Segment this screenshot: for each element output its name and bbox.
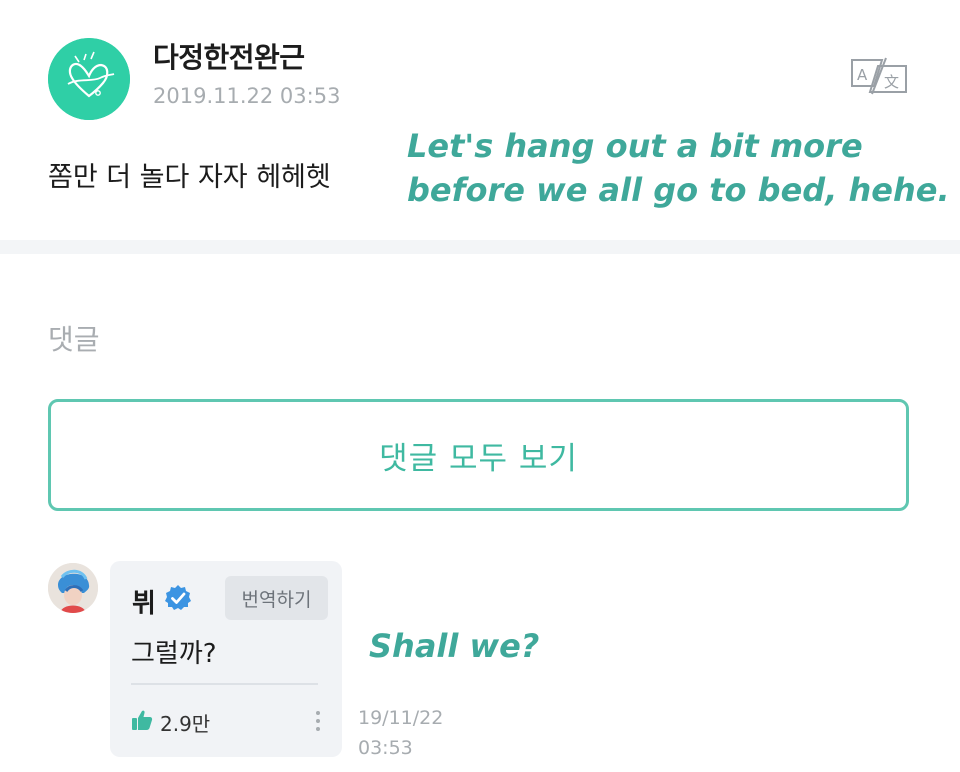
comments-heading: 댓글 [48, 323, 100, 356]
comment-date: 19/11/22 [358, 707, 444, 729]
card-divider [131, 683, 318, 685]
translate-comment-button[interactable]: 번역하기 [225, 576, 328, 620]
like-button[interactable]: 2.9만 [130, 707, 210, 737]
svg-text:A: A [857, 66, 868, 84]
comment-translation-annotation: Shall we? [369, 627, 540, 665]
commenter-name[interactable]: 뷔 [132, 583, 156, 620]
post-timestamp: 2019.11.22 03:53 [153, 84, 341, 108]
translate-icon[interactable]: A 文 [848, 56, 910, 96]
heart-logo-icon [48, 38, 130, 120]
verified-badge-icon [164, 584, 192, 612]
comment-text: 그럴까? [131, 639, 217, 669]
translation-line: Let's hang out a bit more [407, 127, 863, 165]
post-text: 쫌만 더 놀다 자자 헤헤헷 [48, 162, 331, 193]
translation-annotation: Let's hang out a bit more before we all … [407, 124, 950, 212]
translation-line: before we all go to bed, hehe. [407, 171, 950, 209]
comment-timestamp: 19/11/22 03:53 [358, 703, 458, 763]
thumbs-up-icon [130, 708, 154, 736]
view-all-comments-button[interactable]: 댓글 모두 보기 [48, 399, 909, 511]
author-name[interactable]: 다정한전완근 [153, 36, 305, 76]
svg-text:文: 文 [884, 73, 899, 91]
commenter-avatar[interactable] [48, 563, 98, 613]
like-count: 2.9만 [160, 711, 211, 736]
comment-time: 03:53 [358, 737, 413, 759]
section-divider [0, 240, 960, 254]
more-vertical-icon[interactable] [310, 708, 326, 734]
author-avatar[interactable] [48, 38, 130, 120]
